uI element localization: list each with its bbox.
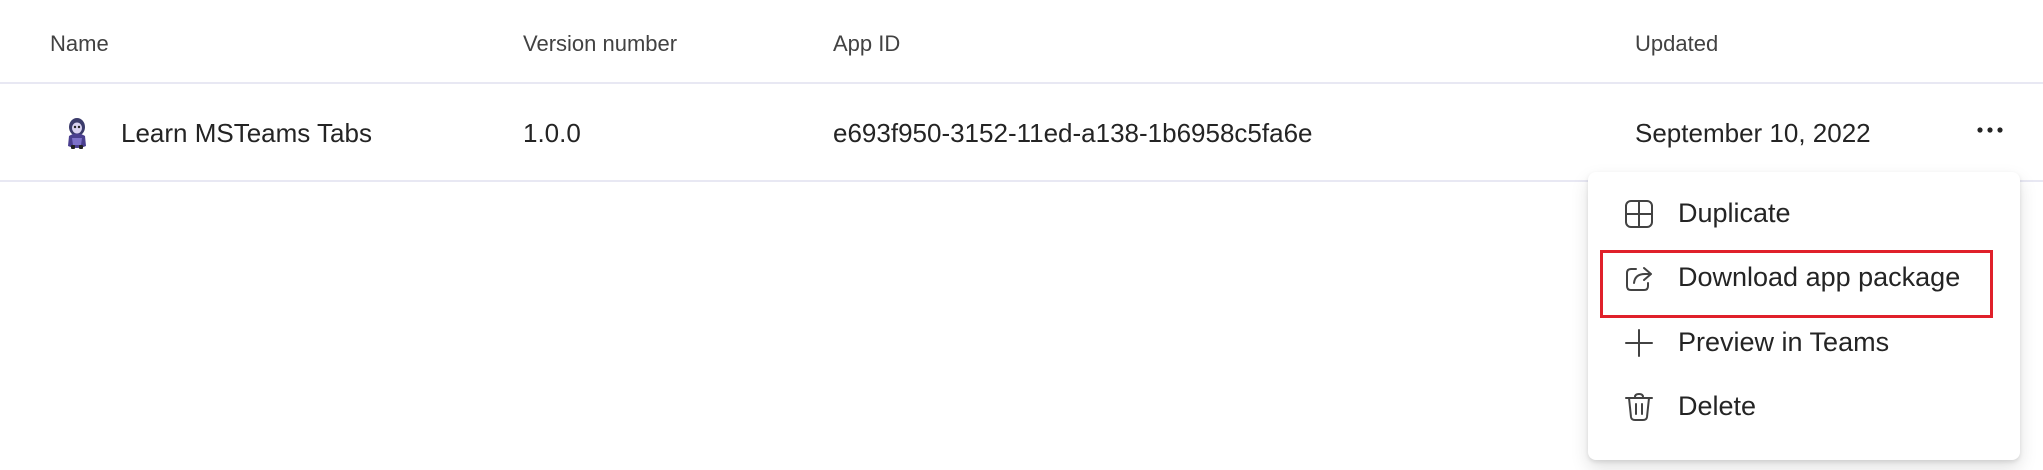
app-id: e693f950-3152-11ed-a138-1b6958c5fa6e <box>833 118 1313 148</box>
menu-item-duplicate[interactable]: Duplicate <box>1598 184 2008 244</box>
row-context-menu: Duplicate Download app package Preview i… <box>1588 172 2020 460</box>
share-export-icon <box>1624 263 1654 293</box>
table-row[interactable]: Learn MSTeams Tabs 1.0.0 e693f950-3152-1… <box>0 84 2043 182</box>
app-updated-date: September 10, 2022 <box>1635 118 1871 148</box>
table-header-row: Name Version number App ID Updated <box>0 0 2043 84</box>
column-header-updated[interactable]: Updated <box>1635 31 1718 57</box>
menu-item-label: Preview in Teams <box>1678 327 1890 357</box>
menu-item-delete[interactable]: Delete <box>1598 377 2008 437</box>
menu-item-preview-in-teams[interactable]: Preview in Teams <box>1598 313 2008 373</box>
duplicate-icon <box>1624 199 1654 229</box>
column-header-version[interactable]: Version number <box>523 31 677 57</box>
menu-item-label: Duplicate <box>1678 198 1791 228</box>
column-header-name[interactable]: Name <box>50 31 109 57</box>
app-logo-icon <box>62 116 92 150</box>
app-version: 1.0.0 <box>523 118 581 148</box>
trash-icon <box>1624 392 1654 422</box>
more-horizontal-icon <box>1977 127 2003 133</box>
app-name[interactable]: Learn MSTeams Tabs <box>121 118 372 149</box>
menu-item-label: Delete <box>1678 391 1757 421</box>
plus-icon <box>1624 328 1654 358</box>
more-options-button[interactable] <box>1970 110 2010 150</box>
column-header-app-id[interactable]: App ID <box>833 31 900 57</box>
menu-item-download-app-package[interactable]: Download app package <box>1598 248 2008 308</box>
menu-item-label: Download app package <box>1678 262 1961 292</box>
